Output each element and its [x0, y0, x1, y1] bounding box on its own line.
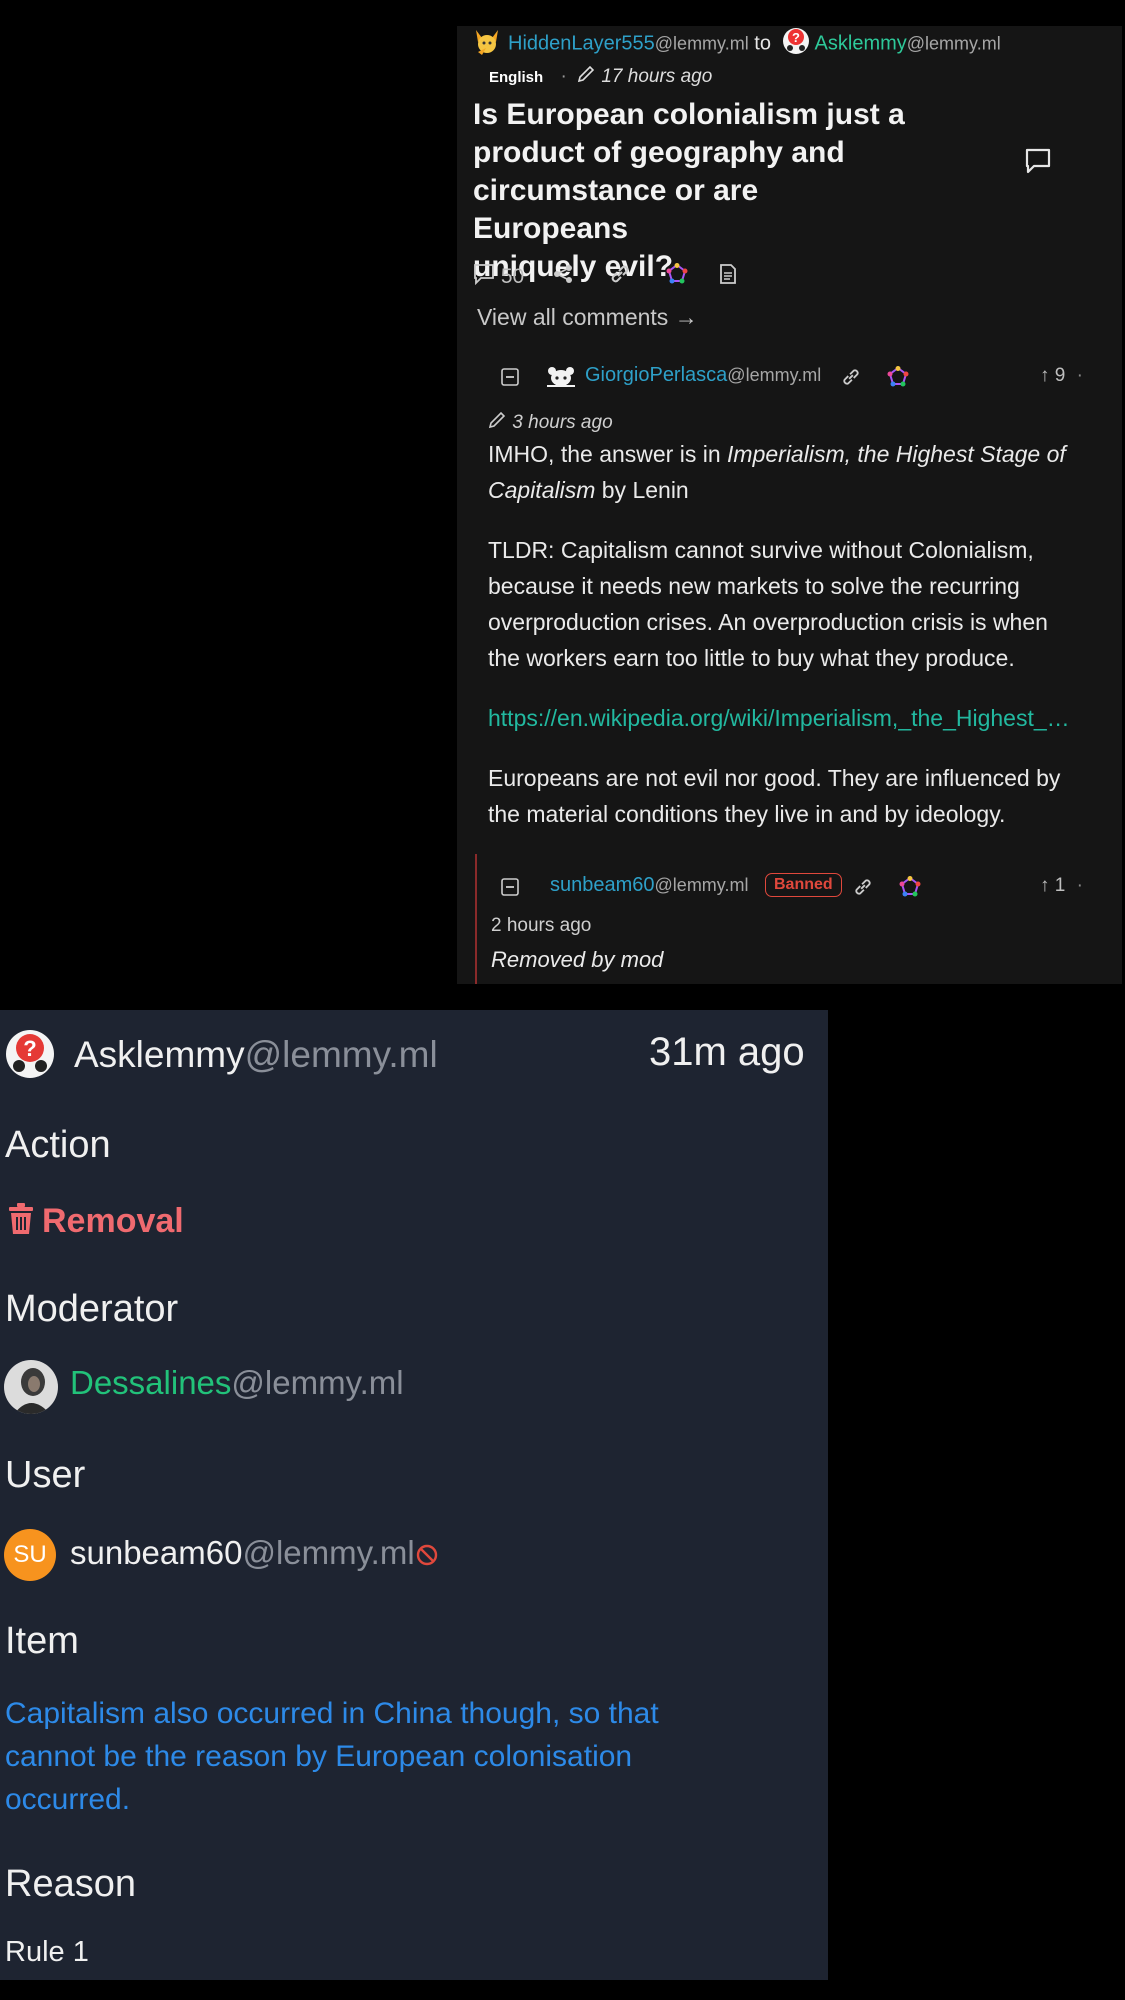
item-line: occurred. — [5, 1783, 131, 1816]
reply-body: Removed by mod — [491, 947, 664, 972]
comment-fediverse-icon[interactable] — [887, 366, 909, 393]
comment-paragraph: TLDR: Capitalism cannot survive without … — [488, 532, 1113, 676]
ban-icon — [415, 1543, 439, 1572]
comment-count: 50 — [500, 264, 525, 288]
reply-vote[interactable]: ↑ 1 · — [1040, 875, 1083, 897]
item-link[interactable]: Capitalism also occurred in China though… — [5, 1692, 805, 1821]
user-label: User — [5, 1454, 86, 1496]
view-all-comments-link[interactable]: View all comments → — [477, 304, 698, 331]
post-action-row: 50 — [473, 262, 738, 292]
reason-value: Rule 1 — [5, 1936, 89, 1968]
community-instance: @lemmy.ml — [906, 33, 1001, 54]
comment-text: by Lenin — [595, 477, 689, 503]
item-label: Item — [5, 1620, 79, 1662]
reply-score: 1 — [1054, 875, 1066, 896]
comment-score: 9 — [1054, 365, 1066, 386]
pencil-icon — [576, 64, 596, 90]
view-source-icon[interactable] — [718, 263, 738, 291]
action-text: Removal — [42, 1202, 184, 1240]
post-header: HiddenLayer555@lemmy.ml to ? Asklemmy@le… — [472, 26, 1112, 58]
user-avatar[interactable]: SU — [4, 1529, 56, 1581]
modlog-community-instance: @lemmy.ml — [244, 1034, 438, 1075]
reason-label: Reason — [5, 1863, 136, 1905]
collapse-icon[interactable] — [501, 368, 519, 391]
post-title[interactable]: Is European colonialism just a product o… — [473, 96, 913, 286]
post-panel: HiddenLayer555@lemmy.ml to ? Asklemmy@le… — [457, 26, 1122, 984]
user-instance: @lemmy.ml — [242, 1534, 415, 1571]
banned-badge: Banned — [765, 873, 842, 897]
moderator-instance: @lemmy.ml — [231, 1364, 404, 1401]
community-avatar[interactable]: ? — [781, 26, 811, 62]
item-line: Capitalism also occurred in China though… — [5, 1697, 659, 1730]
comment-body: IMHO, the answer is in Imperialism, the … — [488, 436, 1113, 832]
comment-time: 3 hours ago — [512, 412, 613, 434]
community-link[interactable]: Asklemmy — [815, 32, 907, 54]
comment-link-icon[interactable] — [840, 366, 862, 393]
post-meta: English · 17 hours ago — [489, 64, 712, 90]
to-word: to — [754, 32, 771, 55]
reply-author-link[interactable]: sunbeam60 — [550, 874, 655, 896]
moderator-avatar[interactable] — [4, 1360, 58, 1419]
book-title: Imperialism, the Highest Stage of — [727, 441, 1066, 467]
post-time: 17 hours ago — [601, 66, 713, 88]
post-title-line: Is European colonialism just a — [473, 98, 905, 131]
comment-line: TLDR: Capitalism cannot survive without … — [488, 537, 1034, 563]
svg-text:?: ? — [792, 30, 800, 45]
action-label: Action — [5, 1124, 111, 1166]
reply-link-icon[interactable] — [852, 876, 874, 903]
item-line: cannot be the reason by European colonis… — [5, 1740, 633, 1773]
post-title-line: circumstance or are Europeans — [473, 174, 759, 245]
trash-icon — [8, 1202, 34, 1244]
community-avatar[interactable]: ? — [4, 1028, 56, 1085]
comments-button[interactable]: 50 — [473, 263, 530, 291]
moderator-label: Moderator — [5, 1288, 179, 1330]
modlog-community-link[interactable]: Asklemmy — [74, 1034, 245, 1075]
action-value: Removal — [8, 1202, 184, 1244]
link-icon[interactable] — [608, 262, 632, 292]
comment-line: overproduction crises. An overproduction… — [488, 609, 1048, 635]
arrow-up-icon: ↑ — [1040, 365, 1050, 386]
post-author-instance: @lemmy.ml — [654, 33, 749, 54]
comment-meta: 3 hours ago — [487, 410, 613, 436]
modlog-time: 31m ago — [649, 1030, 805, 1074]
book-title: Capitalism — [488, 477, 596, 503]
post-author-link[interactable]: HiddenLayer555 — [508, 32, 655, 54]
post-title-line: product of geography and — [473, 136, 845, 169]
comment-line: the material conditions they live in and… — [488, 801, 1006, 827]
comment-vote[interactable]: ↑ 9 · — [1040, 365, 1083, 387]
reply-author-instance: @lemmy.ml — [654, 875, 749, 895]
comment-line: because it needs new markets to solve th… — [488, 573, 1020, 599]
comment-bubble-icon[interactable] — [1024, 147, 1052, 180]
moderator-link[interactable]: Dessalines — [70, 1364, 231, 1401]
author-avatar[interactable] — [472, 26, 502, 62]
comment-author-link[interactable]: GiorgioPerlasca — [585, 364, 727, 386]
fediverse-icon[interactable] — [666, 263, 688, 291]
comment-text: IMHO, the answer is in — [488, 441, 728, 467]
wikipedia-link[interactable]: https://en.wikipedia.org/wiki/Imperialis… — [488, 700, 1113, 736]
comment-paragraph: IMHO, the answer is in Imperialism, the … — [488, 436, 1113, 508]
reply-thread-line — [475, 854, 477, 984]
arrow-up-icon: ↑ — [1040, 875, 1050, 896]
svg-text:?: ? — [23, 1036, 36, 1061]
comment-author-instance: @lemmy.ml — [727, 365, 822, 385]
comment-icon — [473, 263, 495, 291]
reply-fediverse-icon[interactable] — [899, 876, 921, 903]
language-badge: English — [489, 69, 544, 87]
collapse-icon[interactable] — [501, 878, 519, 901]
comment-paragraph: Europeans are not evil nor good. They ar… — [488, 760, 1113, 832]
pencil-icon — [487, 410, 507, 436]
reply-time: 2 hours ago — [491, 915, 592, 936]
share-icon[interactable] — [552, 263, 574, 291]
modlog-header: ? Asklemmy@lemmy.ml 31m ago — [4, 1028, 824, 1080]
user-link[interactable]: sunbeam60 — [70, 1534, 242, 1571]
comment-author-avatar[interactable] — [545, 366, 577, 393]
comment-line: the workers earn too little to buy what … — [488, 645, 1015, 671]
comment-line: Europeans are not evil nor good. They ar… — [488, 765, 1061, 791]
modlog-entry: ? Asklemmy@lemmy.ml 31m ago Action Remov… — [0, 1010, 828, 1980]
